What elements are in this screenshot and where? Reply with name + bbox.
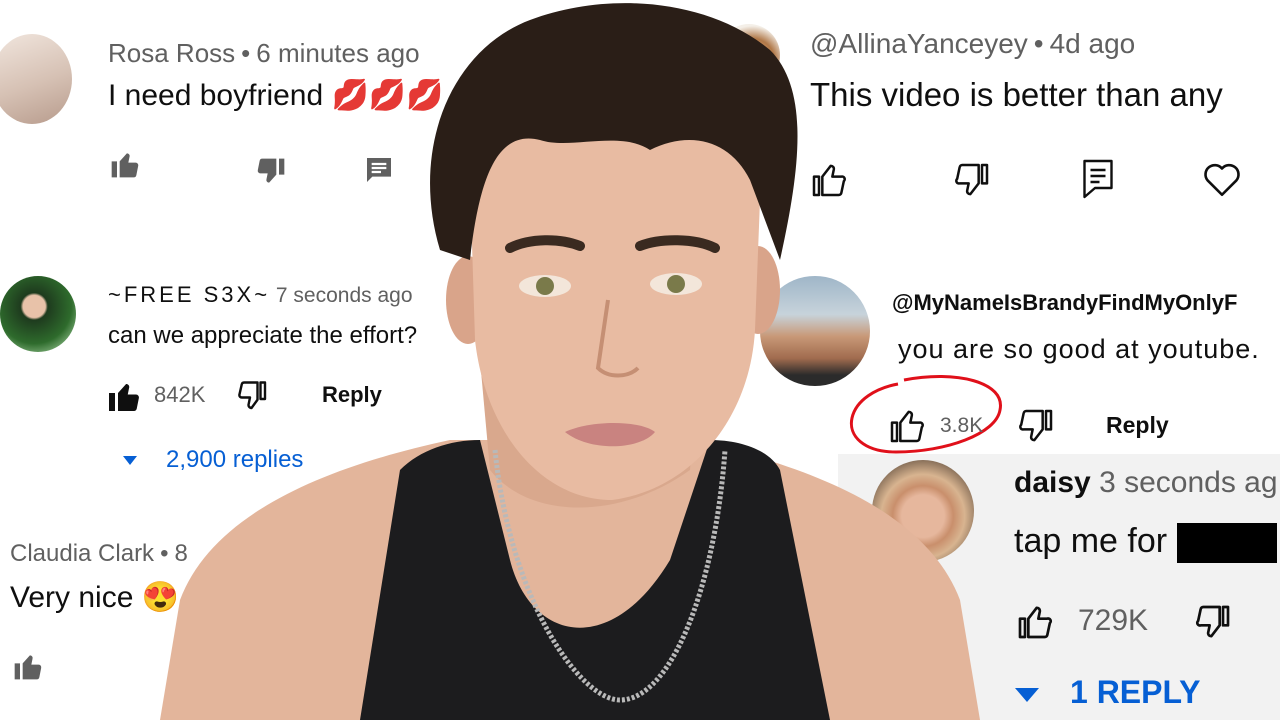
meta-separator: • [1033,28,1044,59]
avatar[interactable] [0,276,76,352]
dislike-icon[interactable] [1016,406,1056,446]
like-icon[interactable] [104,378,144,414]
comment-text-main: Very nice [10,581,134,614]
comment-author[interactable]: Claudia Clark [10,540,154,567]
reply-button[interactable]: Reply [1106,412,1169,439]
comment-time[interactable]: 3 seconds ag [1099,466,1277,499]
caret-down-icon[interactable] [1014,686,1040,704]
comment-text: tap me for [1014,522,1277,564]
comment-meta: daisy 3 seconds ag [1014,466,1278,500]
view-replies-link[interactable]: 1 REPLY [1070,674,1200,711]
person-cutout [160,3,980,720]
like-icon[interactable] [10,650,46,682]
comment-text-main: tap me for [1014,522,1168,560]
redaction-bar [1176,523,1277,564]
like-icon[interactable] [106,148,144,180]
caret-down-icon[interactable] [122,454,138,466]
comment-author[interactable]: daisy [1014,466,1091,499]
like-count: 729K [1078,604,1149,637]
heart-icon[interactable] [1200,158,1244,200]
avatar[interactable] [0,34,72,124]
reply-comment-icon[interactable] [1080,158,1116,200]
comment-time[interactable]: 4d ago [1050,28,1136,59]
dislike-icon[interactable] [1192,602,1234,642]
like-icon[interactable] [1014,602,1056,642]
